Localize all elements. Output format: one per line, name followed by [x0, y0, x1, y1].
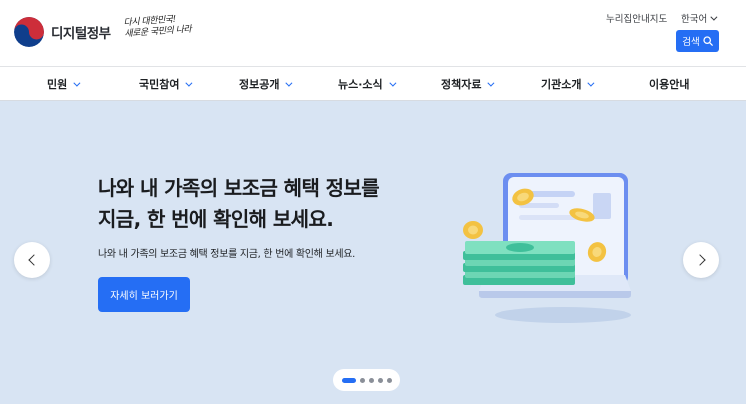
chevron-down-icon [73, 79, 81, 87]
chevron-left-icon [27, 254, 40, 266]
nav-item-label: 정책자료 [441, 78, 482, 91]
chevron-down-icon [389, 79, 397, 87]
chevron-down-icon [285, 79, 293, 87]
slide-dot-1[interactable] [341, 377, 356, 383]
sitemap-link[interactable]: 누리집안내지도 [606, 11, 667, 25]
hero-description: 나와 내 가족의 보조금 혜택 정보를 지금, 한 번에 확인해 보세요. [98, 249, 356, 260]
slide-dot-2[interactable] [359, 377, 365, 383]
site-logo[interactable]: 디지털정부 [14, 17, 111, 47]
chevron-right-icon [693, 254, 706, 266]
slogan-calligraphy: 다시 대한민국! 새로운 국민의 나라 [123, 14, 191, 41]
chevron-down-icon [587, 79, 595, 87]
slide-dot-5[interactable] [386, 377, 392, 383]
nav-item-label: 이용안내 [649, 78, 690, 91]
laptop-money-icon [463, 173, 631, 323]
slide-dot-4[interactable] [377, 377, 383, 383]
brand-name: 디지털정부 [51, 26, 111, 42]
next-slide-button[interactable] [683, 242, 719, 278]
hero-banner: 나와 내 가족의 보조금 혜택 정보를 지금, 한 번에 확인해 보세요. 나와… [0, 101, 746, 404]
nav-item-disclosure[interactable]: 정보공개 [239, 67, 293, 101]
hero-title: 나와 내 가족의 보조금 혜택 정보를 지금, 한 번에 확인해 보세요. [98, 173, 428, 235]
sitemap-label: 누리집안내지도 [606, 14, 668, 25]
chevron-down-icon [487, 79, 495, 87]
chevron-down-icon [710, 13, 718, 21]
hero-cta-button[interactable]: 자세히 보러가기 [98, 277, 190, 312]
nav-item-civil-service[interactable]: 민원 [47, 67, 81, 101]
hero-title-line-1: 나와 내 가족의 보조금 혜택 정보를 [98, 176, 380, 200]
nav-item-about[interactable]: 기관소개 [541, 67, 595, 101]
nav-item-participation[interactable]: 국민참여 [139, 67, 193, 101]
hero-title-line-2: 지금, 한 번에 확인해 보세요. [98, 207, 334, 231]
slide-dot-3[interactable] [368, 377, 374, 383]
site-header: 디지털정부 다시 대한민국! 새로운 국민의 나라 누리집안내지도 한국어 검색 [0, 0, 746, 66]
main-nav: 민원 국민참여 정보공개 뉴스·소식 정책자료 기관소개 이용안내 [0, 66, 746, 101]
nav-item-label: 정보공개 [239, 78, 280, 91]
nav-item-label: 뉴스·소식 [338, 78, 383, 91]
nav-item-policy[interactable]: 정책자료 [441, 67, 495, 101]
nav-item-label: 민원 [47, 78, 68, 91]
language-label: 한국어 [681, 14, 708, 25]
hero-cta-label: 자세히 보러가기 [110, 291, 178, 302]
search-button[interactable]: 검색 [676, 30, 719, 52]
slide-pagination [333, 369, 400, 391]
nav-item-label: 기관소개 [541, 78, 582, 91]
search-label: 검색 [682, 37, 700, 48]
chevron-down-icon [185, 79, 193, 87]
nav-item-guide[interactable]: 이용안내 [649, 67, 689, 101]
prev-slide-button[interactable] [14, 242, 50, 278]
nav-item-label: 국민참여 [139, 78, 180, 91]
taegeuk-emblem-icon [14, 17, 44, 47]
search-icon [703, 36, 713, 46]
nav-item-news[interactable]: 뉴스·소식 [338, 67, 397, 101]
language-selector[interactable]: 한국어 [681, 11, 718, 25]
